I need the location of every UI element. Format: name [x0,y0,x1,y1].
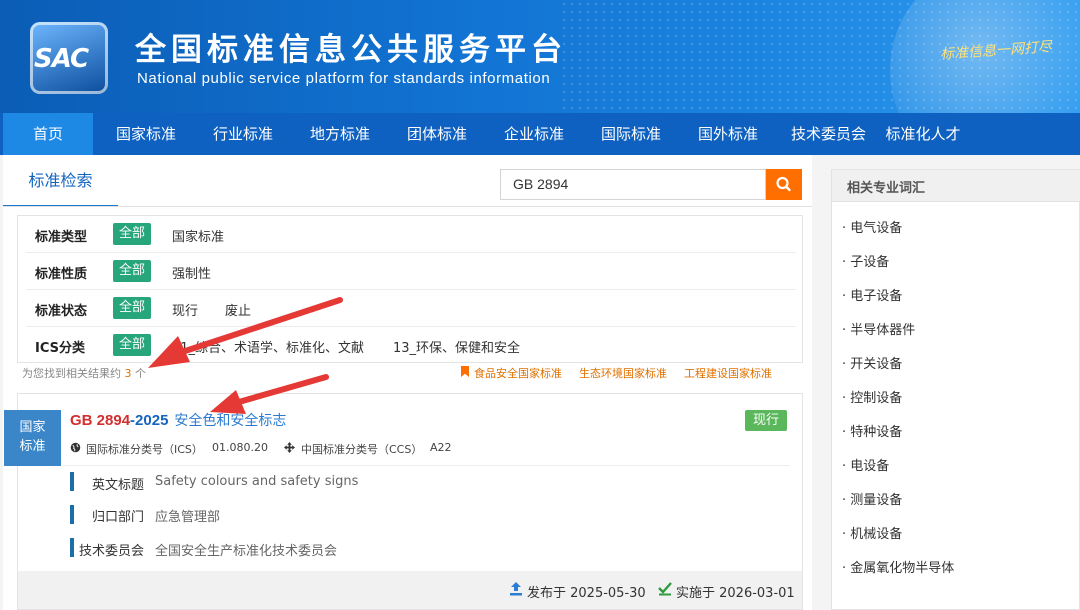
annotation-arrow-title [210,374,329,414]
page-root: { "header": { "logo_text": "SAC", "title… [0,0,1080,610]
annotation-arrows [148,297,343,414]
annotation-arrow-count [148,297,343,368]
